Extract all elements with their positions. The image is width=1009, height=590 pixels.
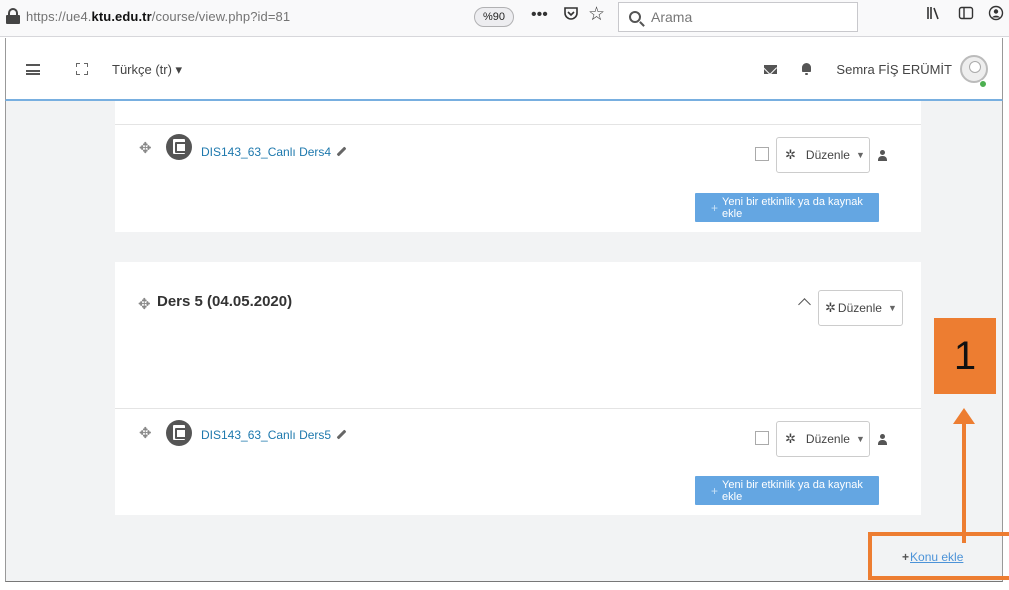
activity-checkbox[interactable]: [755, 431, 769, 445]
section-card: ✥ Ders 5 (04.05.2020) ✲ Düzenle ▼ ✥ DIS1…: [115, 262, 921, 515]
chevron-down-icon: ▼: [855, 150, 865, 160]
activity-checkbox[interactable]: [755, 147, 769, 161]
search-placeholder: Arama: [651, 9, 693, 25]
pocket-icon[interactable]: [563, 5, 579, 27]
activity-edit-button[interactable]: ✲ Düzenle ▼: [776, 137, 870, 173]
edit-title-pencil-icon[interactable]: [336, 146, 347, 157]
chevron-up-icon[interactable]: [798, 298, 811, 311]
add-activity-button[interactable]: + Yeni bir etkinlik ya da kaynak ekle: [695, 193, 879, 222]
browser-toolbar: https://ue4.ktu.edu.tr/course/view.php?i…: [0, 0, 1009, 37]
annotation-arrow-line: [962, 423, 966, 543]
move-icon[interactable]: ✥: [139, 426, 152, 441]
groups-person-icon[interactable]: [878, 150, 887, 161]
account-icon[interactable]: [988, 5, 1004, 27]
gear-icon: ✲: [825, 300, 836, 315]
move-icon[interactable]: ✥: [139, 141, 152, 156]
search-input[interactable]: Arama: [618, 2, 858, 32]
activity-edit-button[interactable]: ✲ Düzenle ▼: [776, 421, 870, 457]
lock-icon: [6, 8, 20, 24]
course-content: ✥ DIS143_63_Canlı Ders4 ✲ Düzenle ▼ + Ye…: [5, 101, 1003, 582]
chevron-down-icon: ▼: [855, 434, 865, 444]
menu-hamburger-icon[interactable]: [26, 64, 40, 75]
section-title[interactable]: Ders 5 (04.05.2020): [157, 293, 292, 310]
section-edit-button[interactable]: ✲ Düzenle ▼: [818, 290, 903, 326]
annotation-highlight-rect: [868, 532, 1009, 580]
bookmark-star-icon[interactable]: ☆: [588, 5, 605, 25]
gear-icon: ✲: [785, 147, 796, 162]
address-bar[interactable]: https://ue4.ktu.edu.tr/course/view.php?i…: [4, 2, 618, 30]
plus-icon: +: [711, 200, 719, 215]
online-status-dot: [979, 80, 987, 88]
site-navbar: Türkçe (tr) ▾ Semra FİŞ ERÜMİT: [5, 38, 1003, 101]
edit-title-pencil-icon[interactable]: [336, 429, 347, 440]
sidebar-icon[interactable]: [958, 5, 974, 27]
plus-icon: +: [711, 483, 719, 498]
annotation-number-badge: 1: [934, 318, 996, 394]
search-icon: [629, 11, 641, 23]
divider: [115, 124, 921, 125]
notifications-bell-icon[interactable]: [801, 63, 812, 75]
annotation-arrow-head: [953, 408, 975, 424]
add-activity-button[interactable]: + Yeni bir etkinlik ya da kaynak ekle: [695, 476, 879, 505]
groups-person-icon[interactable]: [878, 434, 887, 445]
fullscreen-icon[interactable]: [76, 63, 88, 75]
divider: [115, 408, 921, 409]
gear-icon: ✲: [785, 431, 796, 446]
activity-bbb-icon: [166, 134, 192, 160]
section-card: ✥ DIS143_63_Canlı Ders4 ✲ Düzenle ▼ + Ye…: [115, 101, 921, 232]
user-name[interactable]: Semra FİŞ ERÜMİT: [836, 62, 952, 77]
avatar[interactable]: [960, 55, 988, 83]
chevron-down-icon: ▼: [887, 303, 897, 313]
user-nav: Semra FİŞ ERÜMİT: [764, 54, 988, 84]
zoom-level-badge[interactable]: %90: [474, 7, 514, 27]
activity-link[interactable]: DIS143_63_Canlı Ders4: [201, 145, 331, 159]
activity-bbb-icon: [166, 420, 192, 446]
language-menu[interactable]: Türkçe (tr) ▾: [112, 62, 182, 78]
move-section-icon[interactable]: ✥: [138, 297, 151, 312]
messages-icon[interactable]: [764, 64, 778, 74]
activity-link[interactable]: DIS143_63_Canlı Ders5: [201, 428, 331, 442]
page-actions-icon[interactable]: •••: [531, 5, 548, 25]
url-text[interactable]: https://ue4.ktu.edu.tr/course/view.php?i…: [26, 9, 290, 24]
library-icon[interactable]: [926, 5, 942, 27]
